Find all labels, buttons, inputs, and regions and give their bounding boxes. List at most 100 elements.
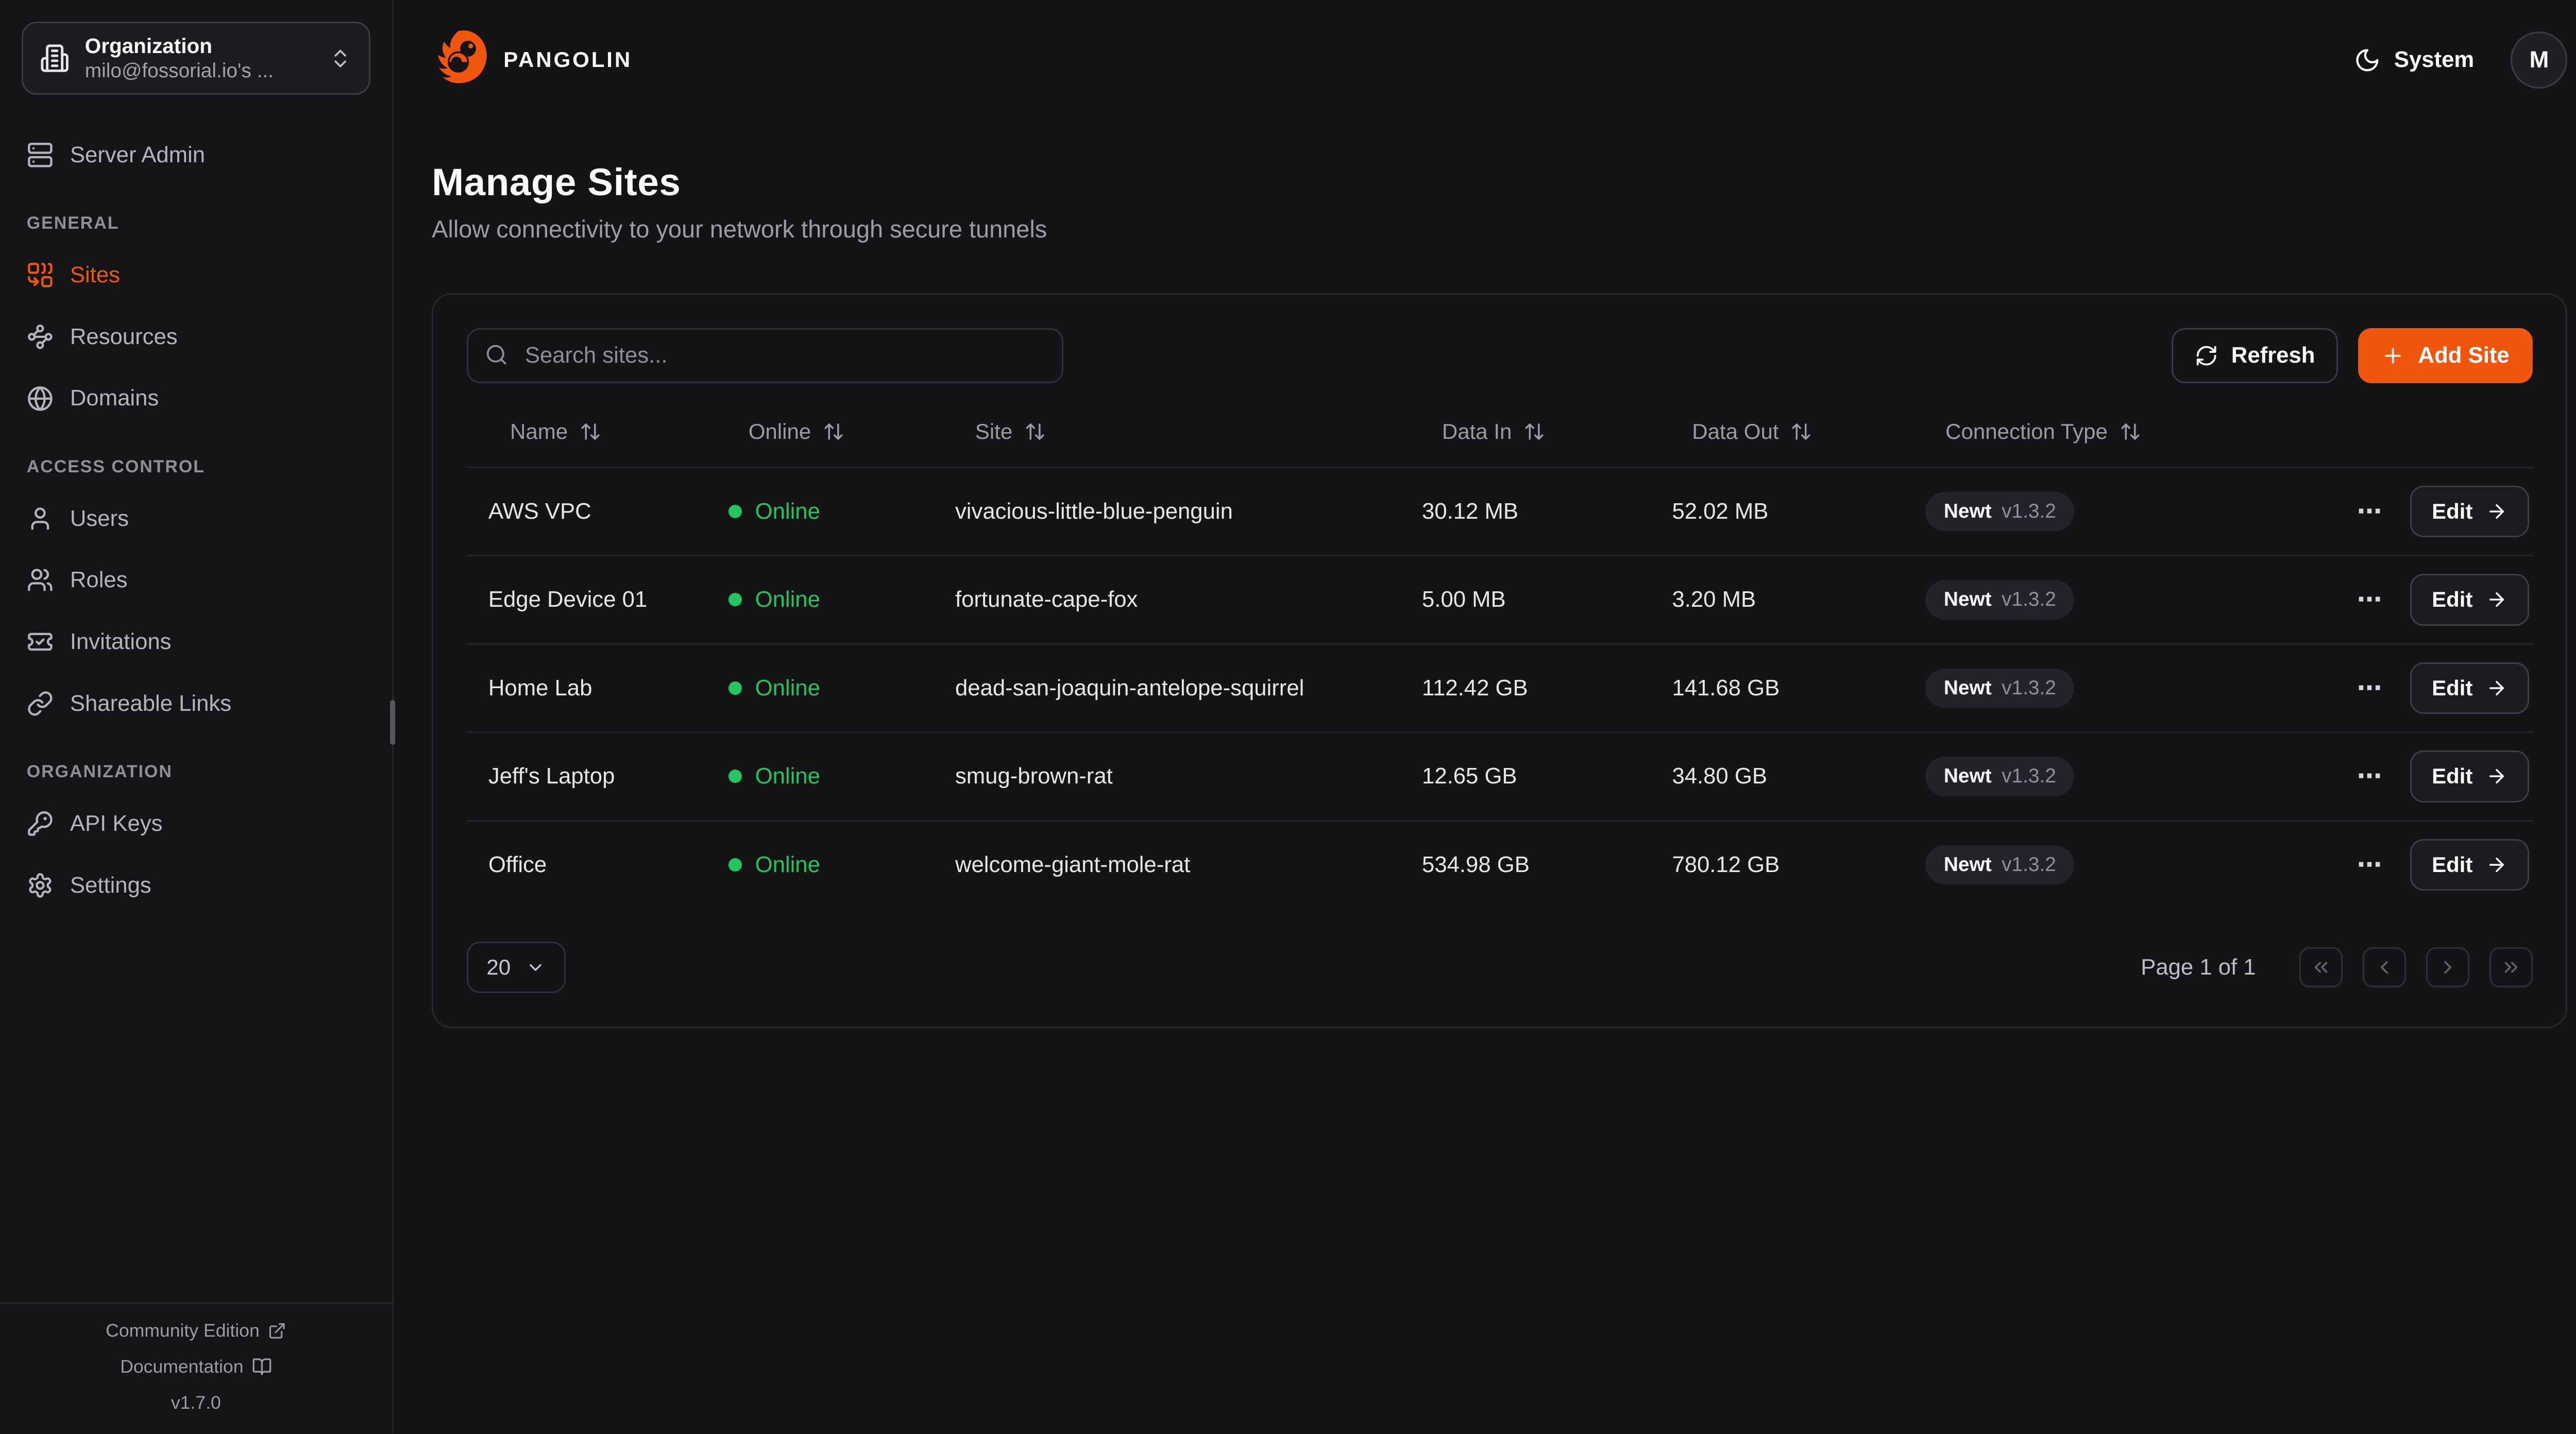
arrow-right-icon <box>2486 854 2507 876</box>
org-subtitle: milo@fossorial.io's ... <box>85 59 314 84</box>
connection-badge: Newtv1.3.2 <box>1925 669 2074 708</box>
chevrons-right-icon <box>2500 957 2522 978</box>
brand: PANGOLIN <box>432 28 632 91</box>
sidebar-item-label: Users <box>70 506 129 532</box>
edit-button[interactable]: Edit <box>2410 750 2529 802</box>
row-menu-button[interactable]: ⋯ <box>2357 764 2384 789</box>
sites-card: Refresh Add Site Name Online Site Data I… <box>432 293 2567 1028</box>
pagination: 20 Page 1 of 1 <box>467 942 2533 993</box>
site-slug: vivacious-little-blue-penguin <box>952 499 1419 524</box>
add-site-button[interactable]: Add Site <box>2358 328 2532 383</box>
plus-icon <box>2381 344 2404 367</box>
data-out: 780.12 GB <box>1669 852 1922 878</box>
sidebar-item-sites[interactable]: Sites <box>23 253 368 297</box>
theme-label: System <box>2394 47 2474 73</box>
sidebar-item-label: API Keys <box>70 811 163 836</box>
connection-badge: Newtv1.3.2 <box>1925 492 2074 531</box>
sidebar-item-label: Roles <box>70 567 128 593</box>
online-status: Online <box>725 499 952 524</box>
sort-icon <box>1790 421 1812 442</box>
sidebar-item-label: Shareable Links <box>70 691 231 716</box>
refresh-button[interactable]: Refresh <box>2172 328 2338 383</box>
sidebar: Organization milo@fossorial.io's ... Ser… <box>0 0 394 1433</box>
org-switcher[interactable]: Organization milo@fossorial.io's ... <box>22 22 370 95</box>
documentation-link[interactable]: Documentation <box>0 1356 392 1377</box>
column-header-connection-type[interactable]: Connection Type <box>1922 419 2336 444</box>
row-menu-button[interactable]: ⋯ <box>2357 499 2384 524</box>
page-title: Manage Sites <box>432 160 2567 204</box>
sidebar-item-resources[interactable]: Resources <box>23 315 368 358</box>
sidebar-item-label: Resources <box>70 324 178 350</box>
edit-button[interactable]: Edit <box>2410 662 2529 714</box>
table-row: Edge Device 01 Online fortunate-cape-fox… <box>467 555 2533 643</box>
waypoints-icon <box>27 323 54 350</box>
combine-icon <box>27 262 54 288</box>
site-name: AWS VPC <box>467 499 725 524</box>
online-status: Online <box>725 852 952 878</box>
sidebar-item-label: Sites <box>70 262 120 288</box>
page-subtitle: Allow connectivity to your network throu… <box>432 215 2567 243</box>
chevrons-left-icon <box>2310 957 2332 978</box>
column-header-data-out[interactable]: Data Out <box>1669 419 1922 444</box>
sidebar-item-server-admin[interactable]: Server Admin <box>23 133 368 177</box>
sidebar-item-invitations[interactable]: Invitations <box>23 620 368 663</box>
data-in: 534.98 GB <box>1419 852 1669 878</box>
table-header: Name Online Site Data In Data Out Connec… <box>467 397 2533 467</box>
first-page-button[interactable] <box>2299 947 2343 987</box>
chevron-right-icon <box>2437 957 2459 978</box>
column-header-name[interactable]: Name <box>467 419 725 444</box>
sidebar-item-label: Settings <box>70 873 151 898</box>
users-icon <box>27 567 54 593</box>
refresh-icon <box>2195 344 2218 367</box>
sort-icon <box>1523 421 1545 442</box>
globe-icon <box>27 385 54 412</box>
sort-icon <box>1024 421 1046 442</box>
building-icon <box>40 43 70 73</box>
row-menu-button[interactable]: ⋯ <box>2357 852 2384 878</box>
row-menu-button[interactable]: ⋯ <box>2357 676 2384 701</box>
user-icon <box>27 505 54 532</box>
prev-page-button[interactable] <box>2363 947 2406 987</box>
theme-toggle[interactable]: System <box>2354 47 2474 74</box>
status-dot <box>728 681 742 695</box>
key-icon <box>27 810 54 837</box>
sidebar-item-shareable-links[interactable]: Shareable Links <box>23 682 368 725</box>
sort-icon <box>823 421 844 442</box>
last-page-button[interactable] <box>2489 947 2533 987</box>
edit-button[interactable]: Edit <box>2410 486 2529 537</box>
status-dot <box>728 770 742 783</box>
site-slug: fortunate-cape-fox <box>952 587 1419 612</box>
sidebar-item-settings[interactable]: Settings <box>23 863 368 907</box>
search-input[interactable] <box>467 328 1063 383</box>
documentation-label: Documentation <box>120 1356 243 1377</box>
edit-button[interactable]: Edit <box>2410 839 2529 891</box>
sidebar-item-domains[interactable]: Domains <box>23 377 368 420</box>
next-page-button[interactable] <box>2426 947 2469 987</box>
arrow-right-icon <box>2486 501 2507 522</box>
connection-badge: Newtv1.3.2 <box>1925 845 2074 884</box>
column-header-site[interactable]: Site <box>952 419 1419 444</box>
sidebar-item-api-keys[interactable]: API Keys <box>23 802 368 845</box>
sidebar-item-users[interactable]: Users <box>23 497 368 540</box>
table-row: AWS VPC Online vivacious-little-blue-pen… <box>467 467 2533 555</box>
sidebar-resize-handle[interactable] <box>390 700 395 745</box>
sidebar-item-label: Invitations <box>70 629 172 655</box>
top-bar: PANGOLIN System M <box>394 0 2576 120</box>
sidebar-item-roles[interactable]: Roles <box>23 558 368 602</box>
row-menu-button[interactable]: ⋯ <box>2357 587 2384 612</box>
page-size-select[interactable]: 20 <box>467 942 566 993</box>
sort-icon <box>580 421 601 442</box>
avatar[interactable]: M <box>2511 31 2567 88</box>
community-edition-link[interactable]: Community Edition <box>0 1320 392 1341</box>
brand-name: PANGOLIN <box>503 47 632 72</box>
sidebar-footer: Community Edition Documentation v1.7.0 <box>0 1302 392 1433</box>
column-header-data-in[interactable]: Data In <box>1419 419 1669 444</box>
sidebar-item-label: Server Admin <box>70 142 205 168</box>
table-row: Home Lab Online dead-san-joaquin-antelop… <box>467 643 2533 732</box>
sort-icon <box>2120 421 2141 442</box>
column-header-online[interactable]: Online <box>725 419 952 444</box>
edit-button[interactable]: Edit <box>2410 574 2529 625</box>
community-edition-label: Community Edition <box>106 1320 260 1341</box>
external-link-icon <box>268 1322 286 1340</box>
data-in: 12.65 GB <box>1419 763 1669 789</box>
